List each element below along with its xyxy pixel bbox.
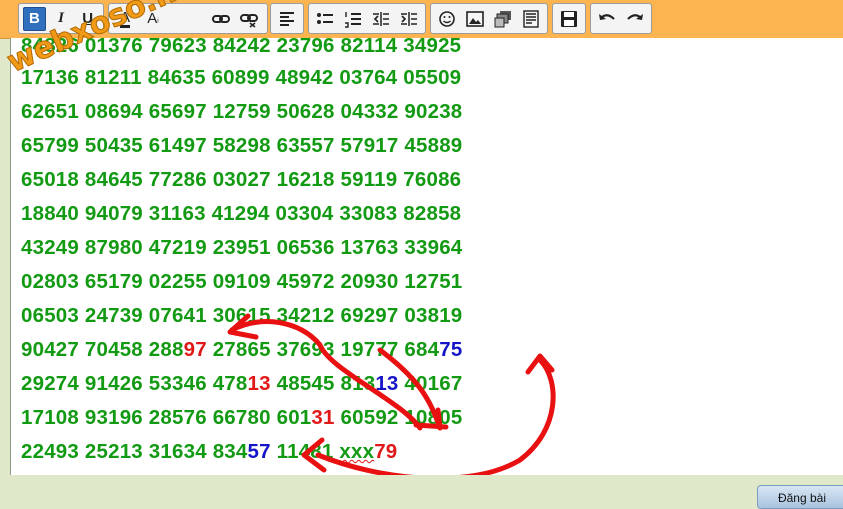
font-group: A Aᵢ [108,3,268,34]
indent-icon [401,11,417,26]
history-group [590,3,652,34]
font-color-button[interactable]: A [113,7,137,31]
number-text: 43249 87980 47219 23951 06536 13763 3396… [21,236,463,259]
save-group [552,3,586,34]
smiley-icon [439,10,455,27]
media-button[interactable] [491,7,515,31]
number-text: 62651 08694 65697 12759 50628 04332 9023… [21,100,463,123]
editor-line: 62651 08694 65697 12759 50628 04332 9023… [21,100,462,124]
editor-line: 29274 91426 53346 47813 48545 81313 4016… [21,372,462,396]
number-text: 17108 93196 28576 66780 601 [21,406,312,429]
number-text: 02803 65179 02255 09109 45972 20930 1275… [21,270,463,293]
redo-button[interactable] [623,7,647,31]
image-icon [466,10,484,27]
number-text: 29274 91426 53346 478 [21,372,248,395]
align-left-icon [280,11,294,26]
undo-button[interactable] [595,7,619,31]
editor-line: 06503 24739 07641 30615 34212 69297 0381… [21,304,462,328]
font-color-icon: A [119,8,130,28]
editor-line: 18840 94079 31163 41294 03304 33083 8285… [21,202,461,226]
link-button[interactable] [209,7,233,31]
editor-line: 65018 84645 77286 03027 16218 59119 7608… [21,168,461,192]
bold-button[interactable]: B [23,6,46,31]
underline-button[interactable]: U [76,7,99,31]
save-icon [561,10,577,27]
editor-line: 84826 01376 79623 84242 23796 82114 3492… [21,38,461,58]
number-text: 84826 01376 79623 84242 23796 82114 3492… [21,38,462,57]
number-text: 48545 813 [270,372,376,395]
highlighted-number: 75 [439,338,463,361]
list-group [308,3,426,34]
bullet-list-button[interactable] [313,7,337,31]
media-icon [494,10,511,27]
save-button[interactable] [557,7,581,31]
quote-button[interactable] [519,7,543,31]
number-text: 22493 25213 31634 834 [21,440,248,463]
editor-content-area[interactable]: 84826 01376 79623 84242 23796 82114 3492… [10,38,843,476]
number-text: 65799 50435 61497 58298 63557 57917 4588… [21,134,463,157]
highlighted-number: 13 [375,372,399,395]
font-size-icon: A [147,10,158,27]
number-text: 18840 94079 31163 41294 03304 33083 8285… [21,202,462,225]
quote-icon [523,9,539,28]
underline-icon: U [82,10,94,27]
highlighted-number: 57 [247,440,271,463]
number-text: 11481 [270,440,340,463]
redo-icon [627,13,643,20]
number-text: 06503 24739 07641 30615 34212 69297 0381… [21,304,463,327]
link-icon [212,14,230,23]
highlighted-number: xxx [339,440,375,463]
align-group [270,3,304,34]
number-text: 65018 84645 77286 03027 16218 59119 7608… [21,168,462,191]
post-button[interactable]: Đăng bài [757,485,843,509]
number-text: 90427 70458 288 [21,338,184,361]
italic-button[interactable]: I [50,7,73,31]
editor-line: 22493 25213 31634 83457 11481 xxx79 [21,440,397,464]
align-left-button[interactable] [275,7,299,31]
number-list-button[interactable] [341,7,365,31]
highlighted-number: 79 [374,440,398,463]
bold-icon: B [28,10,40,27]
number-text: 60592 10805 [334,406,463,429]
highlighted-number: 97 [183,338,207,361]
number-text: 27865 37693 19777 684 [206,338,440,361]
editor-line: 43249 87980 47219 23951 06536 13763 3396… [21,236,462,260]
editor-line: 90427 70458 28897 27865 37693 19777 6847… [21,338,462,362]
outdent-icon [373,11,389,26]
number-text: 17136 81211 84635 60899 48942 03764 0550… [21,66,462,89]
format-group: B I U [18,3,104,34]
number-list-icon [345,11,361,28]
insert-group [430,3,548,34]
editor-toolbar: B I U A Aᵢ [0,0,843,39]
footer-bar: Đăng bài [0,475,843,509]
unlink-icon [240,13,258,28]
highlighted-number: 31 [311,406,335,429]
font-size-button[interactable]: Aᵢ [141,7,165,31]
number-text: 40167 [398,372,463,395]
editor-line: 17108 93196 28576 66780 60131 60592 1080… [21,406,462,430]
smiley-button[interactable] [435,7,459,31]
highlighted-number: 13 [247,372,271,395]
editor-line: 02803 65179 02255 09109 45972 20930 1275… [21,270,462,294]
italic-icon: I [58,10,64,26]
unlink-button[interactable] [237,7,261,31]
outdent-button[interactable] [369,7,393,31]
image-button[interactable] [463,7,487,31]
indent-button[interactable] [397,7,421,31]
editor-line: 17136 81211 84635 60899 48942 03764 0550… [21,66,461,90]
bullet-list-icon [317,12,333,24]
editor-line: 65799 50435 61497 58298 63557 57917 4588… [21,134,462,158]
undo-icon [599,13,615,20]
